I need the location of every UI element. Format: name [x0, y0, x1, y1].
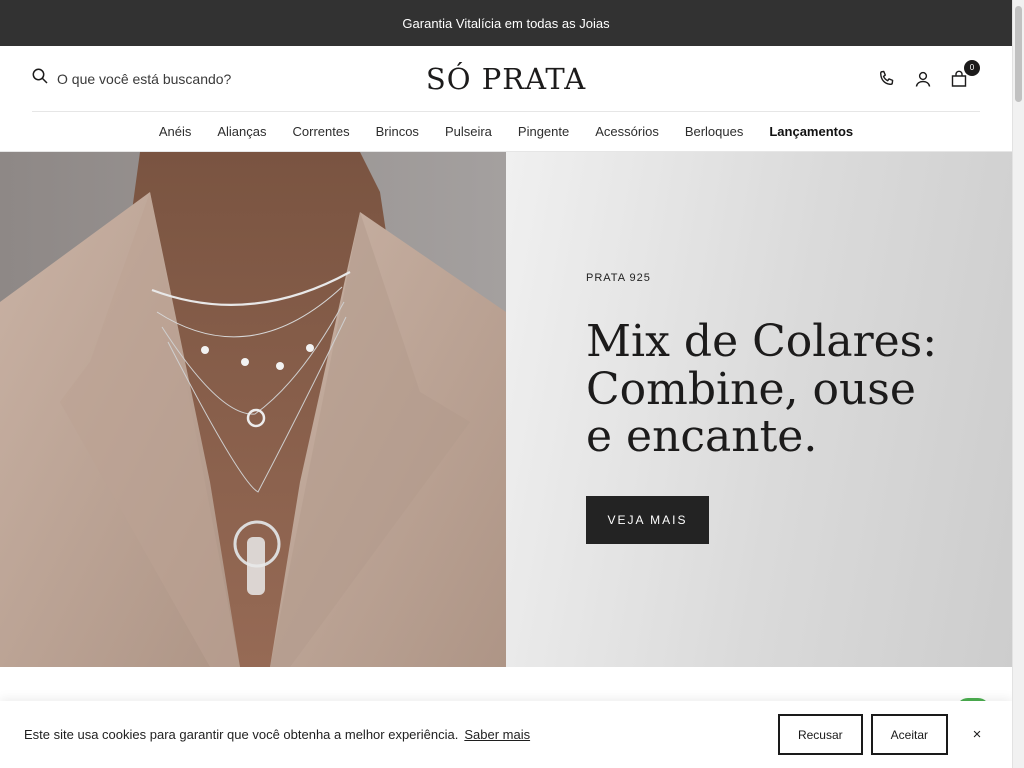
- cookie-actions: Recusar Aceitar ×: [777, 714, 988, 755]
- cookie-text: Este site usa cookies para garantir que …: [24, 727, 459, 742]
- phone-icon[interactable]: [878, 70, 896, 88]
- hero-photo-illustration: [0, 152, 506, 667]
- veja-mais-button[interactable]: VEJA MAIS: [586, 496, 709, 544]
- scrollbar[interactable]: [1012, 0, 1024, 768]
- nav-item-pulseira[interactable]: Pulseira: [445, 124, 492, 139]
- nav-item-berloques[interactable]: Berloques: [685, 124, 744, 139]
- close-icon[interactable]: ×: [966, 724, 988, 746]
- account-icon[interactable]: [914, 70, 932, 88]
- logo[interactable]: SÓ PRATA: [426, 62, 586, 96]
- site-header: SÓ PRATA 0: [0, 46, 1012, 111]
- hero-eyebrow: PRATA 925: [586, 272, 651, 284]
- decline-button[interactable]: Recusar: [777, 714, 863, 755]
- nav-item-lancamentos[interactable]: Lançamentos: [769, 124, 853, 139]
- hero-banner: PRATA 925 Mix de Colares: Combine, ouse …: [0, 152, 1012, 667]
- hero-content: PRATA 925 Mix de Colares: Combine, ouse …: [506, 152, 1012, 667]
- nav-item-aliancas[interactable]: Alianças: [217, 124, 266, 139]
- search-input[interactable]: [57, 70, 277, 87]
- nav-item-aneis[interactable]: Anéis: [159, 124, 192, 139]
- nav-item-brincos[interactable]: Brincos: [376, 124, 419, 139]
- announcement-bar: Garantia Vitalícia em todas as Joias: [0, 0, 1012, 46]
- nav-item-pingente[interactable]: Pingente: [518, 124, 569, 139]
- cart-count-badge: 0: [964, 59, 980, 76]
- scrollbar-thumb[interactable]: [1015, 6, 1022, 102]
- search-bar[interactable]: [32, 68, 277, 89]
- announcement-text: Garantia Vitalícia em todas as Joias: [402, 15, 610, 31]
- cookie-learn-more-link[interactable]: Saber mais: [464, 727, 530, 742]
- main-nav: Anéis Alianças Correntes Brincos Pulseir…: [0, 112, 1012, 152]
- nav-item-correntes[interactable]: Correntes: [293, 124, 350, 139]
- hero-image[interactable]: [0, 152, 506, 667]
- nav-item-acessorios[interactable]: Acessórios: [595, 124, 659, 139]
- content-below: [0, 667, 1012, 701]
- cookie-banner: Este site usa cookies para garantir que …: [0, 701, 1012, 768]
- page: Garantia Vitalícia em todas as Joias SÓ …: [0, 0, 1012, 768]
- hero-headline: Mix de Colares: Combine, ouse e encante.: [586, 316, 938, 463]
- search-icon[interactable]: [32, 68, 48, 89]
- accept-button[interactable]: Aceitar: [870, 714, 948, 755]
- header-actions: 0: [878, 59, 980, 88]
- cart-icon[interactable]: 0: [950, 59, 980, 88]
